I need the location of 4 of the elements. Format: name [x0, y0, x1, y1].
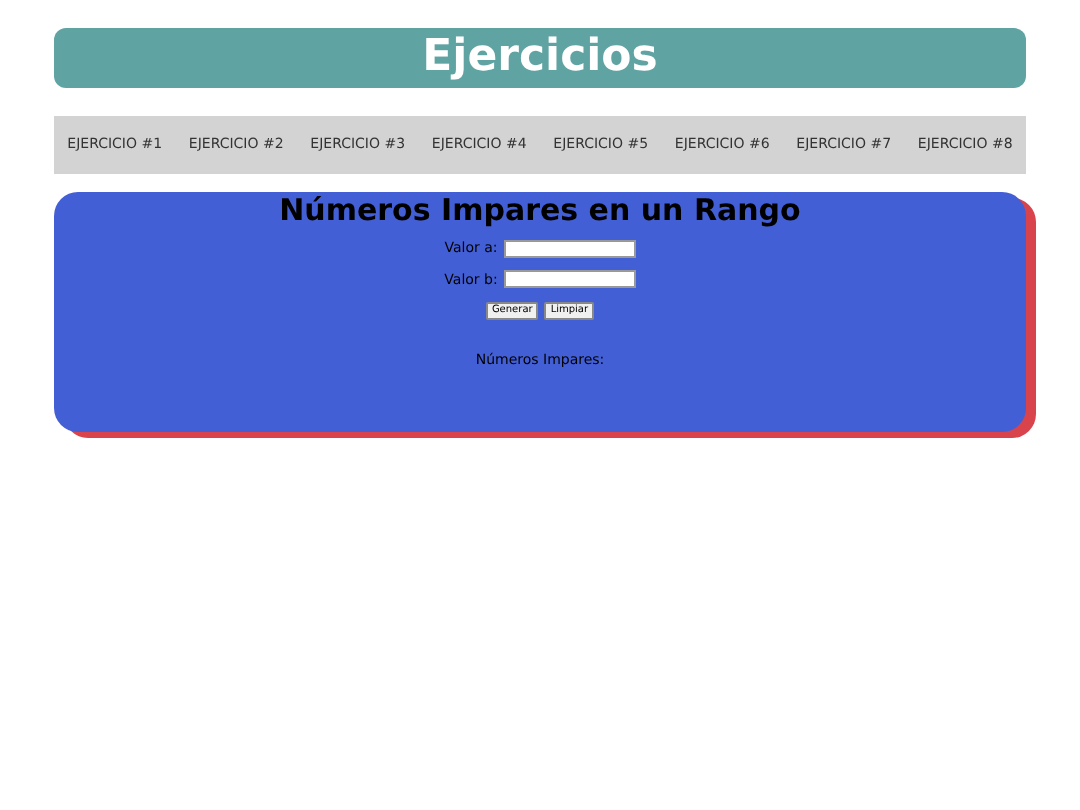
page-title: Ejercicios	[422, 36, 658, 80]
panel-title: Números Impares en un Rango	[279, 192, 801, 228]
input-field[interactable]	[503, 239, 636, 258]
input-field[interactable]	[503, 270, 636, 289]
